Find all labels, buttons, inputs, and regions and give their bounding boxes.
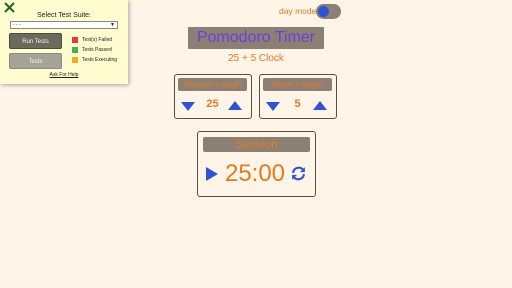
legend-tests-executing: Tests Executing xyxy=(72,57,117,63)
test-suite-select[interactable]: - - - ▼ xyxy=(10,21,118,29)
break-length-control: Break Length 5 xyxy=(259,74,337,119)
run-tests-button[interactable]: Run Tests xyxy=(9,33,62,49)
time-left-display: 25:00 xyxy=(224,160,286,187)
ask-for-help-link[interactable]: Ask For Help xyxy=(0,72,128,78)
timer-label: Session xyxy=(203,137,310,152)
break-length-value: 5 xyxy=(294,98,301,110)
page-subtitle: 25 + 5 Clock xyxy=(228,53,284,64)
break-length-label: Break Length xyxy=(263,78,332,91)
break-decrement-arrow-down-icon[interactable] xyxy=(266,100,280,112)
day-mode-label: day mode xyxy=(279,6,317,16)
test-suite-selected-value: - - - xyxy=(13,22,21,28)
session-length-control: Session Length 25 xyxy=(174,74,252,119)
tests-button[interactable]: Tests xyxy=(9,53,62,69)
legend-tests-failed: Test(s) Failed xyxy=(72,37,112,43)
session-decrement-arrow-down-icon[interactable] xyxy=(181,100,195,112)
legend-label: Tests Executing xyxy=(82,57,118,63)
toggle-knob xyxy=(318,6,329,17)
legend-label: Tests Passed xyxy=(82,47,112,53)
legend-label: Test(s) Failed xyxy=(82,37,113,43)
test-suite-title: Select Test Suite: xyxy=(37,12,91,19)
executing-swatch xyxy=(72,57,78,63)
test-suite-panel: Select Test Suite: - - - ▼ Run Tests Tes… xyxy=(0,0,128,84)
legend-tests-passed: Tests Passed xyxy=(72,47,112,53)
play-icon[interactable] xyxy=(205,166,219,182)
passed-swatch xyxy=(72,47,78,53)
session-length-value: 25 xyxy=(206,98,219,110)
timer-panel: Session 25:00 xyxy=(197,131,316,197)
page-title: Pomodoro Timer xyxy=(188,27,324,49)
session-length-label: Session Length xyxy=(178,78,247,91)
chevron-down-icon: ▼ xyxy=(110,22,115,28)
session-increment-arrow-up-icon[interactable] xyxy=(228,100,242,112)
refresh-icon[interactable] xyxy=(290,165,307,182)
day-mode-toggle[interactable] xyxy=(316,4,341,19)
break-increment-arrow-up-icon[interactable] xyxy=(313,100,327,112)
failed-swatch xyxy=(72,37,78,43)
